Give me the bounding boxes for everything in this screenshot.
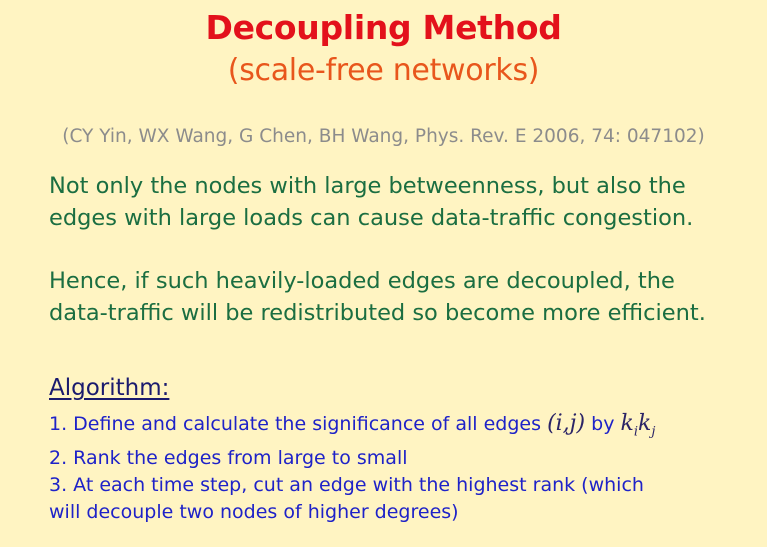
algorithm-step-2: 2. Rank the edges from large to small	[49, 447, 408, 470]
citation: (CY Yin, WX Wang, G Chen, BH Wang, Phys.…	[62, 126, 705, 147]
algorithm-steps: 1. Define and calculate the significance…	[49, 410, 749, 526]
degree-k: k	[638, 411, 652, 436]
step-text: 1. Define and calculate the significance…	[49, 413, 542, 435]
paragraph-redistribution: Hence, if such heavily-loaded edges are …	[49, 265, 749, 329]
paragraph-line: edges with large loads can cause data-tr…	[49, 205, 694, 231]
degree-sub-j: j	[651, 424, 656, 440]
paragraph-line: Hence, if such heavily-loaded edges are …	[49, 268, 675, 294]
step-text-by: by	[591, 413, 615, 435]
degree-product: kikj	[620, 411, 656, 440]
algorithm-step-3-line-1: 3. At each time step, cut an edge with t…	[49, 474, 644, 497]
slide-title: Decoupling Method	[205, 8, 562, 47]
algorithm-step-3-line-2: will decouple two nodes of higher degree…	[49, 501, 459, 524]
paragraph-line: data-traffic will be redistributed so be…	[49, 300, 706, 326]
paragraph-line: Not only the nodes with large betweennes…	[49, 173, 686, 199]
paragraph-congestion: Not only the nodes with large betweennes…	[49, 170, 749, 234]
degree-k: k	[620, 411, 634, 436]
algorithm-step-1: 1. Define and calculate the significance…	[49, 410, 749, 445]
algorithm-heading: Algorithm:	[49, 375, 170, 401]
edge-notation: (i,j)	[547, 411, 586, 436]
slide-subtitle: (scale-free networks)	[227, 53, 540, 88]
